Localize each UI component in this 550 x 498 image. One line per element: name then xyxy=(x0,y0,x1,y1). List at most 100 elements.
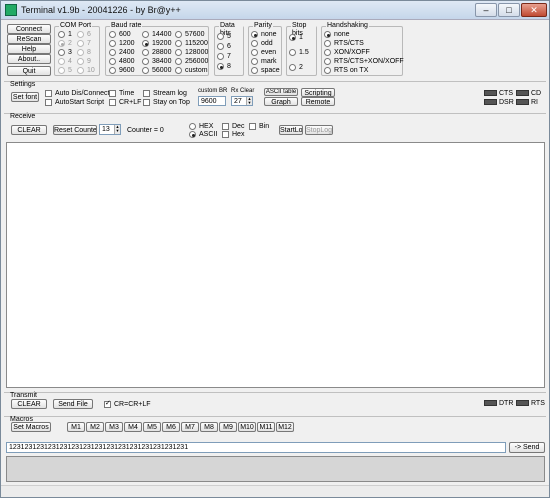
receive-clear-button[interactable]: CLEAR xyxy=(11,125,47,135)
send-button[interactable]: -> Send xyxy=(509,442,545,453)
handshaking-xon-xoff[interactable]: XON/XOFF xyxy=(324,48,370,57)
crlf-checkbox[interactable]: CR+LF xyxy=(109,98,141,107)
com-port-option-7[interactable]: 7 xyxy=(77,39,91,48)
receive-label: Receive xyxy=(10,113,36,120)
dtr-led[interactable] xyxy=(484,400,497,406)
rts-led[interactable] xyxy=(516,400,529,406)
macro-button-m11[interactable]: M11 xyxy=(257,422,275,432)
com-port-option-5[interactable]: 5 xyxy=(58,66,72,75)
send-input[interactable]: 1231231231231231231231231231231231231231… xyxy=(6,442,506,453)
parity-mark[interactable]: mark xyxy=(251,57,277,66)
baud-56000[interactable]: 56000 xyxy=(142,66,171,75)
set-font-button[interactable]: Set font xyxy=(11,92,39,102)
baud-28800[interactable]: 28800 xyxy=(142,48,171,57)
baud-1200[interactable]: 1200 xyxy=(109,39,135,48)
parity-space[interactable]: space xyxy=(251,66,280,75)
baud-custom[interactable]: custom xyxy=(175,66,208,75)
stop-bits-1[interactable]: 1 xyxy=(289,33,303,42)
macro-button-m7[interactable]: M7 xyxy=(181,422,199,432)
set-macros-button[interactable]: Set Macros xyxy=(11,422,51,432)
help-button[interactable]: Help xyxy=(7,44,51,54)
hex-checkbox[interactable]: Hex xyxy=(222,130,244,139)
handshaking-rts-on-tx[interactable]: RTS on TX xyxy=(324,66,368,75)
baud-9600[interactable]: 9600 xyxy=(109,66,135,75)
baud-128000[interactable]: 128000 xyxy=(175,48,208,57)
rx-clear-spin-icon[interactable]: ▲ ▼ xyxy=(246,97,252,105)
com-port-option-10[interactable]: 10 xyxy=(77,66,95,75)
autostart-script-checkbox[interactable]: AutoStart Script xyxy=(45,98,104,107)
rescan-button[interactable]: ReScan xyxy=(7,34,51,44)
start-log-button[interactable]: StartLog xyxy=(279,125,303,135)
stop-bits-2[interactable]: 2 xyxy=(289,63,303,72)
macro-button-m9[interactable]: M9 xyxy=(219,422,237,432)
macro-button-m5[interactable]: M5 xyxy=(143,422,161,432)
auto-dis-connect-checkbox[interactable]: Auto Dis/Connect xyxy=(45,89,109,98)
connect-button[interactable]: Connect xyxy=(7,24,51,34)
ascii-table-button[interactable]: ASCII table xyxy=(264,88,298,96)
com-port-option-1[interactable]: 1 xyxy=(58,30,72,39)
stop-bits-1-5[interactable]: 1.5 xyxy=(289,48,309,57)
data-bits-6[interactable]: 6 xyxy=(217,42,231,51)
receive-text-area[interactable] xyxy=(6,142,545,388)
cd-led xyxy=(516,90,529,96)
baud-2400[interactable]: 2400 xyxy=(109,48,135,57)
cr-crlf-checkbox[interactable]: CR=CR+LF xyxy=(104,399,151,409)
data-bits-8[interactable]: 8 xyxy=(217,62,231,71)
baud-4800[interactable]: 4800 xyxy=(109,57,135,66)
macro-button-m10[interactable]: M10 xyxy=(238,422,256,432)
macro-button-m1[interactable]: M1 xyxy=(67,422,85,432)
parity-odd[interactable]: odd xyxy=(251,39,273,48)
scripting-button[interactable]: Scripting xyxy=(301,88,335,97)
com-port-option-6[interactable]: 6 xyxy=(77,30,91,39)
app-icon xyxy=(5,4,17,16)
data-bits-5[interactable]: 5 xyxy=(217,32,231,41)
graph-button[interactable]: Graph xyxy=(264,97,298,106)
parity-none[interactable]: none xyxy=(251,30,277,39)
send-file-button[interactable]: Send File xyxy=(53,399,93,409)
title-bar: Terminal v1.9b - 20041226 - by Br@y++ – … xyxy=(1,1,549,20)
transmit-text-area[interactable] xyxy=(6,456,545,482)
baud-57600[interactable]: 57600 xyxy=(175,30,204,39)
remote-button[interactable]: Remote xyxy=(301,97,335,106)
handshaking-rts-cts[interactable]: RTS/CTS xyxy=(324,39,364,48)
stop-log-button[interactable]: StopLog xyxy=(305,125,333,135)
time-checkbox[interactable]: Time xyxy=(109,89,134,98)
bin-checkbox[interactable]: Bin xyxy=(249,122,269,131)
macro-button-m2[interactable]: M2 xyxy=(86,422,104,432)
handshaking-none[interactable]: none xyxy=(324,30,350,39)
baud-19200[interactable]: 19200 xyxy=(142,39,171,48)
macro-button-m12[interactable]: M12 xyxy=(276,422,294,432)
reset-counter-button[interactable]: Reset Counter xyxy=(53,125,97,135)
quit-button[interactable]: Quit xyxy=(7,66,51,76)
macro-button-m6[interactable]: M6 xyxy=(162,422,180,432)
stream-log-checkbox[interactable]: Stream log xyxy=(143,89,187,98)
com-port-option-9[interactable]: 9 xyxy=(77,57,91,66)
stay-on-top-checkbox[interactable]: Stay on Top xyxy=(143,98,190,107)
receive-ascii-radio[interactable]: ASCII xyxy=(189,130,217,139)
dsr-label: DSR xyxy=(499,99,514,106)
close-button[interactable]: ✕ xyxy=(521,3,547,17)
baud-600[interactable]: 600 xyxy=(109,30,131,39)
custom-br-field[interactable]: 9600 xyxy=(198,96,226,106)
about-button[interactable]: About.. xyxy=(7,54,51,64)
com-port-option-2[interactable]: 2 xyxy=(58,39,72,48)
com-port-option-4[interactable]: 4 xyxy=(58,57,72,66)
counter-spin-icon[interactable]: ▲ ▼ xyxy=(114,125,120,134)
cts-led xyxy=(484,90,497,96)
com-port-option-3[interactable]: 3 xyxy=(58,48,72,57)
baud-38400[interactable]: 38400 xyxy=(142,57,171,66)
baud-115200[interactable]: 115200 xyxy=(175,39,208,48)
macro-button-m3[interactable]: M3 xyxy=(105,422,123,432)
terminal-window: Terminal v1.9b - 20041226 - by Br@y++ – … xyxy=(0,0,550,498)
minimize-button[interactable]: – xyxy=(475,3,497,17)
maximize-button[interactable]: □ xyxy=(498,3,520,17)
baud-256000[interactable]: 256000 xyxy=(175,57,208,66)
baud-14400[interactable]: 14400 xyxy=(142,30,171,39)
parity-even[interactable]: even xyxy=(251,48,276,57)
handshaking-rts-cts-xon-xoff[interactable]: RTS/CTS+XON/XOFF xyxy=(324,57,404,66)
data-bits-7[interactable]: 7 xyxy=(217,52,231,61)
transmit-clear-button[interactable]: CLEAR xyxy=(11,399,47,409)
macro-button-m4[interactable]: M4 xyxy=(124,422,142,432)
com-port-option-8[interactable]: 8 xyxy=(77,48,91,57)
macro-button-m8[interactable]: M8 xyxy=(200,422,218,432)
